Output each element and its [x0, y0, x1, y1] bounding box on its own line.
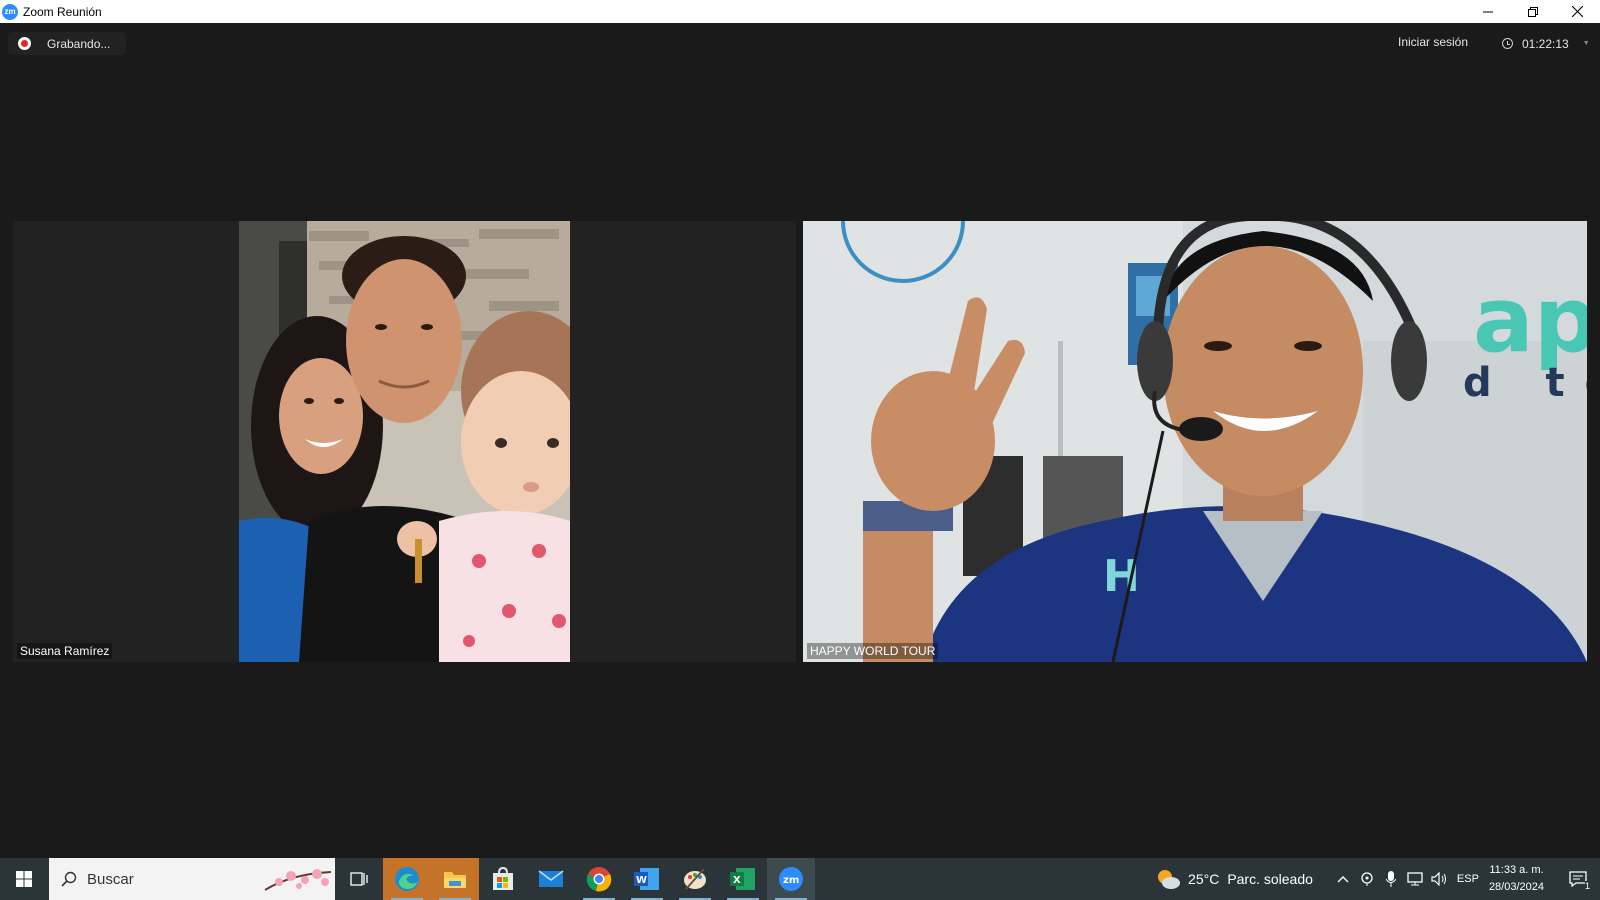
- weather-temp: 25°C: [1188, 871, 1220, 887]
- recording-indicator[interactable]: Grabando...: [8, 32, 126, 55]
- show-hidden-icons-button[interactable]: [1331, 858, 1355, 900]
- weather-widget[interactable]: 25°C Parc. soleado: [1156, 868, 1313, 890]
- cherry-blossom-icon: [264, 869, 332, 891]
- zoom-app-icon: zm: [2, 3, 18, 20]
- notification-count: 1: [1584, 881, 1590, 891]
- notification-center-button[interactable]: 1: [1556, 858, 1600, 900]
- recording-label: Grabando...: [47, 36, 111, 51]
- window-controls: [1465, 0, 1600, 23]
- window-title: Zoom Reunión: [23, 4, 102, 19]
- taskbar-app-edge[interactable]: [383, 858, 431, 900]
- webcam-icon: [1361, 872, 1373, 886]
- mail-icon: [538, 870, 564, 887]
- network-tray-button[interactable]: [1403, 858, 1427, 900]
- partly-sunny-icon: [1158, 870, 1181, 889]
- clock-time: 11:33 a. m.: [1489, 864, 1544, 876]
- close-button[interactable]: [1555, 0, 1600, 23]
- volume-tray-button[interactable]: [1427, 858, 1451, 900]
- webcam-tray-button[interactable]: [1355, 858, 1379, 900]
- taskbar-app-chrome[interactable]: [575, 858, 623, 900]
- start-button[interactable]: [0, 858, 48, 900]
- folder-icon: [444, 872, 466, 888]
- windows-logo-icon: [16, 871, 32, 887]
- network-icon: [1407, 872, 1423, 886]
- zoom-icon: zm: [779, 867, 803, 891]
- taskbar-app-zoom[interactable]: zm: [767, 858, 815, 900]
- taskbar-app-mail[interactable]: [527, 858, 575, 900]
- close-icon: [1572, 6, 1583, 17]
- taskbar-app-paint[interactable]: [671, 858, 719, 900]
- svg-text:zm: zm: [783, 875, 799, 886]
- svg-text:X: X: [733, 875, 741, 886]
- search-input[interactable]: [87, 870, 237, 888]
- taskbar-clock[interactable]: 11:33 a. m. 28/03/2024: [1489, 862, 1544, 896]
- taskbar-app-word[interactable]: W: [623, 858, 671, 900]
- participant-video-family: [239, 221, 570, 662]
- participant-tile-2[interactable]: ap d to H: [803, 221, 1587, 662]
- taskbar-app-excel[interactable]: X: [719, 858, 767, 900]
- microphone-icon: [1385, 871, 1396, 887]
- paint-palette-icon: [684, 868, 706, 890]
- taskbar-app-file-explorer[interactable]: [431, 858, 479, 900]
- participant-tile-1[interactable]: Susana Ramírez: [13, 221, 796, 662]
- task-view-button[interactable]: [335, 858, 383, 900]
- svg-text:ap: ap: [1473, 268, 1587, 373]
- edge-icon: [395, 867, 419, 891]
- participant-name: Susana Ramírez: [17, 643, 113, 659]
- svg-text:W: W: [636, 875, 647, 886]
- office-webcam-feed: ap d to H: [803, 221, 1587, 662]
- speaker-icon: [1431, 872, 1446, 886]
- task-view-icon: [350, 872, 368, 886]
- chevron-down-icon: ▼: [1582, 40, 1590, 47]
- system-tray: 25°C Parc. soleado ESP 11:33 a. m. 28/03…: [1156, 858, 1600, 900]
- restore-button[interactable]: [1510, 0, 1555, 23]
- meeting-timer[interactable]: 01:22:13 ▼: [1492, 32, 1590, 55]
- participant-video-happy-world-tour: ap d to H: [803, 221, 1587, 662]
- chrome-icon: [586, 867, 612, 892]
- clock-icon: [1502, 38, 1513, 49]
- microphone-tray-button[interactable]: [1379, 858, 1403, 900]
- input-language[interactable]: ESP: [1457, 873, 1479, 885]
- restore-icon: [1527, 6, 1538, 17]
- minimize-icon: [1482, 11, 1493, 12]
- word-icon: W: [634, 868, 659, 890]
- taskbar-search[interactable]: [49, 858, 335, 900]
- taskbar-app-store[interactable]: [479, 858, 527, 900]
- clock-date: 28/03/2024: [1488, 881, 1544, 893]
- recording-dot-icon: [18, 37, 31, 50]
- weather-condition: Parc. soleado: [1227, 871, 1313, 887]
- svg-text:d to: d to: [1463, 360, 1587, 406]
- store-icon: [493, 867, 513, 890]
- family-photo: [239, 221, 570, 662]
- participant-name: HAPPY WORLD TOUR: [807, 643, 939, 659]
- signin-link[interactable]: Iniciar sesión: [1398, 35, 1468, 49]
- elapsed-time: 01:22:13: [1522, 36, 1569, 51]
- search-icon: [61, 871, 77, 887]
- windows-taskbar: W X zm 25°C Parc. soleado: [0, 858, 1600, 900]
- excel-icon: X: [730, 868, 755, 890]
- chevron-up-icon: [1337, 876, 1349, 883]
- window-titlebar: zm Zoom Reunión: [0, 0, 1600, 23]
- minimize-button[interactable]: [1465, 0, 1510, 23]
